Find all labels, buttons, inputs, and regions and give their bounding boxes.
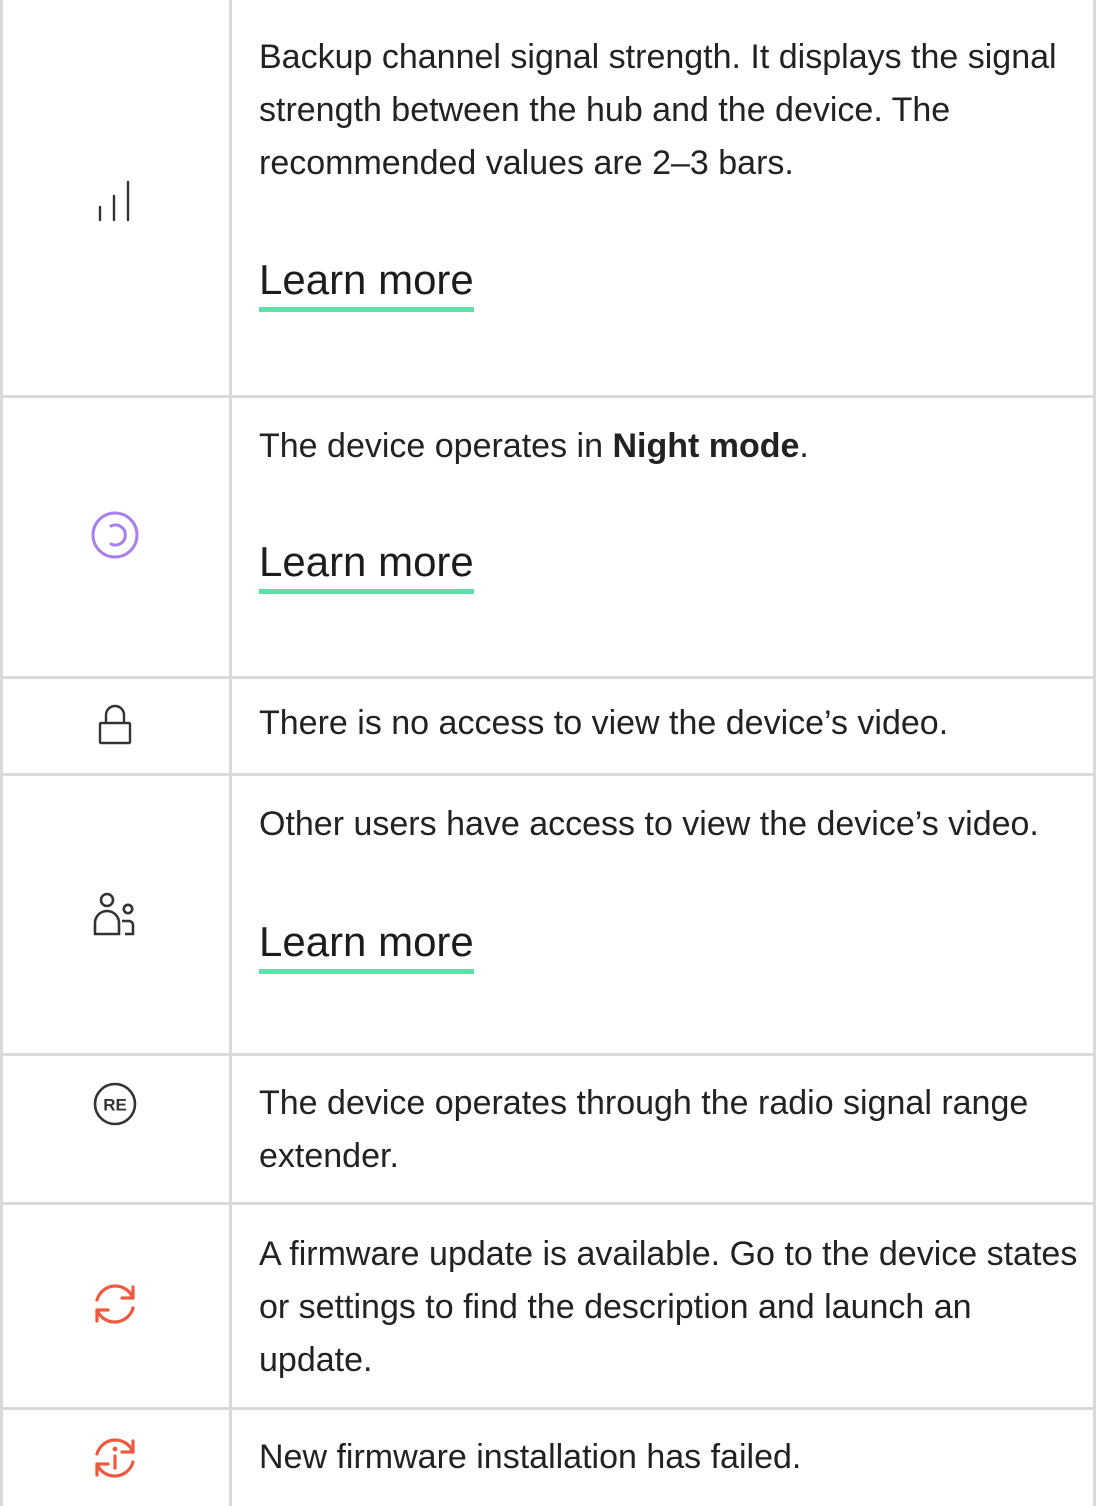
signal-strength-description: Backup channel signal strength. It displ…: [259, 38, 1057, 182]
firmware-failed-description: New firmware installation has failed.: [259, 1438, 802, 1476]
range-extender-label: RE: [103, 1096, 127, 1115]
row-divider: [3, 1407, 1096, 1410]
firmware-failed-icon: [95, 1438, 135, 1478]
device-status-icons-table: Backup channel signal strength. It displ…: [0, 0, 1096, 1506]
night-mode-description: The device operates in Night mode.: [259, 420, 1089, 473]
range-extender-description: The device operates through the radio si…: [259, 1084, 1029, 1175]
row-divider: [3, 395, 1096, 398]
night-mode-term: Night mode: [612, 427, 800, 465]
firmware-update-icon: [95, 1284, 135, 1324]
learn-more-link[interactable]: Learn more: [259, 256, 474, 312]
row-divider: [3, 676, 1096, 679]
description-text: The device operates in: [259, 427, 613, 465]
shared-users-icon: [93, 892, 135, 936]
learn-more-link[interactable]: Learn more: [259, 918, 474, 974]
firmware-update-description: A firmware update is available. Go to th…: [259, 1235, 1078, 1379]
night-mode-icon: [91, 511, 139, 559]
description-text: .: [799, 427, 809, 465]
row-divider: [3, 1053, 1096, 1056]
no-access-description: There is no access to view the device’s …: [259, 704, 949, 742]
learn-more-link[interactable]: Learn more: [259, 538, 474, 594]
shared-access-description: Other users have access to view the devi…: [259, 805, 1039, 843]
lock-icon: [98, 704, 132, 745]
row-divider: [3, 1202, 1096, 1205]
column-divider: [229, 0, 232, 1506]
signal-bars-icon: [98, 180, 130, 222]
range-extender-icon: RE: [93, 1082, 137, 1126]
row-divider: [3, 773, 1096, 776]
